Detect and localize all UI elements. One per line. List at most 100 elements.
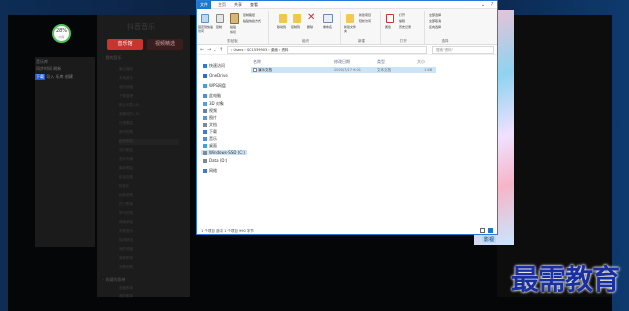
delete-button[interactable]: 删除: [307, 25, 313, 29]
edit-button[interactable]: 编辑: [399, 19, 405, 23]
nav-item[interactable]: Data (D:): [203, 158, 227, 163]
copy-path-button[interactable]: 复制路径: [243, 13, 255, 17]
tab-music-hall[interactable]: 音乐馆: [107, 39, 143, 50]
nav-item[interactable]: 快速访问: [203, 63, 225, 68]
list-item[interactable]: 热门歌单: [119, 202, 179, 208]
rename-button[interactable]: 重命名: [323, 25, 332, 29]
ribbon: 固定到快速访问 复制 粘贴 剪切 复制路径 粘贴快捷方式 剪贴板 移动到 复制到…: [197, 9, 497, 45]
tab-view[interactable]: 查看: [247, 1, 261, 9]
recent-chevron-icon[interactable]: ⌄: [213, 46, 216, 54]
nav-item[interactable]: 下载: [203, 129, 217, 134]
open-button[interactable]: 打开: [399, 13, 405, 17]
invert-selection-button[interactable]: 反向选择: [429, 25, 441, 29]
pin-quick-access-button[interactable]: 固定到快速访问: [198, 25, 214, 33]
artwork-label: 影视: [482, 236, 497, 243]
status-bar: 1 个项目 选中 1 个项目 990 字节: [201, 229, 254, 233]
nav-item[interactable]: 网络: [203, 168, 217, 173]
search-input[interactable]: 搜索"资料": [432, 46, 494, 54]
list-item[interactable]: 常听的歌: [119, 130, 179, 136]
download-button[interactable]: 下载: [35, 74, 45, 80]
details-view-icon[interactable]: [480, 228, 485, 233]
select-none-button[interactable]: 全部取消: [429, 19, 441, 23]
delete-icon: ✕: [307, 12, 316, 23]
nav-item[interactable]: 此电脑: [203, 93, 221, 98]
list-item[interactable]: 默认列表 (8): [119, 103, 179, 109]
easy-access-button[interactable]: 轻松访问: [359, 19, 371, 23]
nav-item-icon: [203, 169, 207, 173]
list-item[interactable]: 经典老歌: [119, 193, 179, 199]
nav-item[interactable]: 桌面: [203, 143, 217, 148]
nav-item[interactable]: 视频: [203, 108, 217, 113]
new-group: 新建文件夹 新建项目 轻松访问 新建: [343, 11, 381, 44]
list-item[interactable]: 我的收藏: [119, 85, 179, 91]
new-item-button[interactable]: 新建项目: [359, 13, 371, 17]
nav-item[interactable]: OneDrive: [203, 73, 228, 78]
column-type[interactable]: 类型: [377, 59, 385, 65]
rename-icon: [323, 14, 333, 23]
list-item[interactable]: 欧美歌曲: [119, 139, 179, 145]
list-item[interactable]: 安静的歌: [119, 265, 179, 271]
list-item[interactable]: 摇滚精选: [119, 238, 179, 244]
properties-button[interactable]: 属性: [385, 25, 391, 29]
tab-file[interactable]: 文件: [197, 1, 211, 9]
column-name[interactable]: 名称: [253, 59, 261, 65]
copy-icon: [216, 14, 224, 23]
up-arrow-icon[interactable]: ↑: [219, 46, 223, 54]
list-item[interactable]: 日语歌曲: [119, 121, 179, 127]
column-date[interactable]: 修改日期: [334, 59, 350, 65]
list-item[interactable]: 我的歌单: [119, 294, 179, 300]
list-item[interactable]: 清新歌单: [119, 256, 179, 262]
list-item[interactable]: 我的收藏: [119, 247, 179, 253]
nav-item-icon: [203, 130, 207, 134]
column-size[interactable]: 大小: [417, 59, 425, 65]
cut-button[interactable]: 剪切: [230, 30, 236, 34]
forward-arrow-icon[interactable]: →: [207, 46, 211, 54]
nav-item[interactable]: 3D 对象: [203, 101, 224, 106]
copy-button[interactable]: 复制: [216, 25, 222, 29]
nav-item[interactable]: Windows-SSD (C:): [201, 150, 247, 155]
select-all-button[interactable]: 全部选择: [429, 13, 441, 17]
tab-share[interactable]: 共享: [231, 1, 245, 9]
list-item[interactable]: 最近播放: [119, 67, 179, 73]
nav-item-icon: [203, 151, 207, 155]
tab-home[interactable]: 主页: [215, 1, 229, 9]
list-item[interactable]: 本地音乐: [119, 76, 179, 82]
paste-shortcut-button[interactable]: 粘贴快捷方式: [243, 19, 261, 23]
app-brand: 抖音音乐: [127, 23, 155, 31]
address-bar[interactable]: › Users › SC1539903 › 桌面 › 资料: [227, 46, 427, 54]
nav-item[interactable]: WPS网盘: [203, 83, 226, 88]
music-library-popup: 音乐库 同步时间 刷新 下载 导入 乐库 创建: [35, 57, 95, 247]
back-arrow-icon[interactable]: ←: [200, 46, 204, 54]
list-item[interactable]: 流行歌曲: [119, 148, 179, 154]
move-to-button[interactable]: 移动到: [277, 25, 286, 29]
new-folder-button[interactable]: 新建文件夹: [344, 25, 358, 33]
memory-usage-badge[interactable]: 28% 内存: [52, 24, 71, 43]
app-tabs: 音乐馆 视频精选: [107, 39, 187, 50]
history-button[interactable]: 历史记录: [399, 25, 411, 29]
nav-item-label: 下载: [209, 129, 217, 134]
list-item[interactable]: 梦中的歌: [119, 211, 179, 217]
list-item[interactable]: 下载管理: [119, 94, 179, 100]
list-item[interactable]: 车载音乐: [119, 229, 179, 235]
list-item[interactable]: 夜晚单曲: [119, 220, 179, 226]
new-folder-icon: [346, 14, 354, 23]
nav-item[interactable]: 文档: [203, 122, 217, 127]
list-item[interactable]: 我喜欢的 (3): [119, 112, 179, 118]
popup-actions[interactable]: 导入 乐库 创建: [46, 74, 73, 79]
copy-to-button[interactable]: 复制到: [291, 25, 300, 29]
list-item[interactable]: 最新歌曲: [119, 166, 179, 172]
collapse-ribbon-icon[interactable]: ⌄: [479, 1, 487, 9]
paste-button[interactable]: 粘贴: [230, 25, 236, 29]
list-item[interactable]: 音乐专辑: [119, 157, 179, 163]
paste-icon: [230, 13, 239, 24]
tab-video[interactable]: 视频精选: [147, 39, 183, 50]
organize-group-label: 组织: [302, 39, 309, 43]
list-item[interactable]: 收藏歌单: [119, 286, 179, 292]
list-item[interactable]: 民谣合集: [119, 175, 179, 181]
file-date: 2020/7/17 9:01: [334, 68, 361, 72]
nav-item[interactable]: 音乐: [203, 136, 217, 141]
help-icon[interactable]: ?: [488, 1, 496, 9]
list-item[interactable]: 轻音乐: [119, 184, 179, 190]
nav-item[interactable]: 图片: [203, 115, 217, 120]
large-icons-view-icon[interactable]: [488, 228, 493, 233]
